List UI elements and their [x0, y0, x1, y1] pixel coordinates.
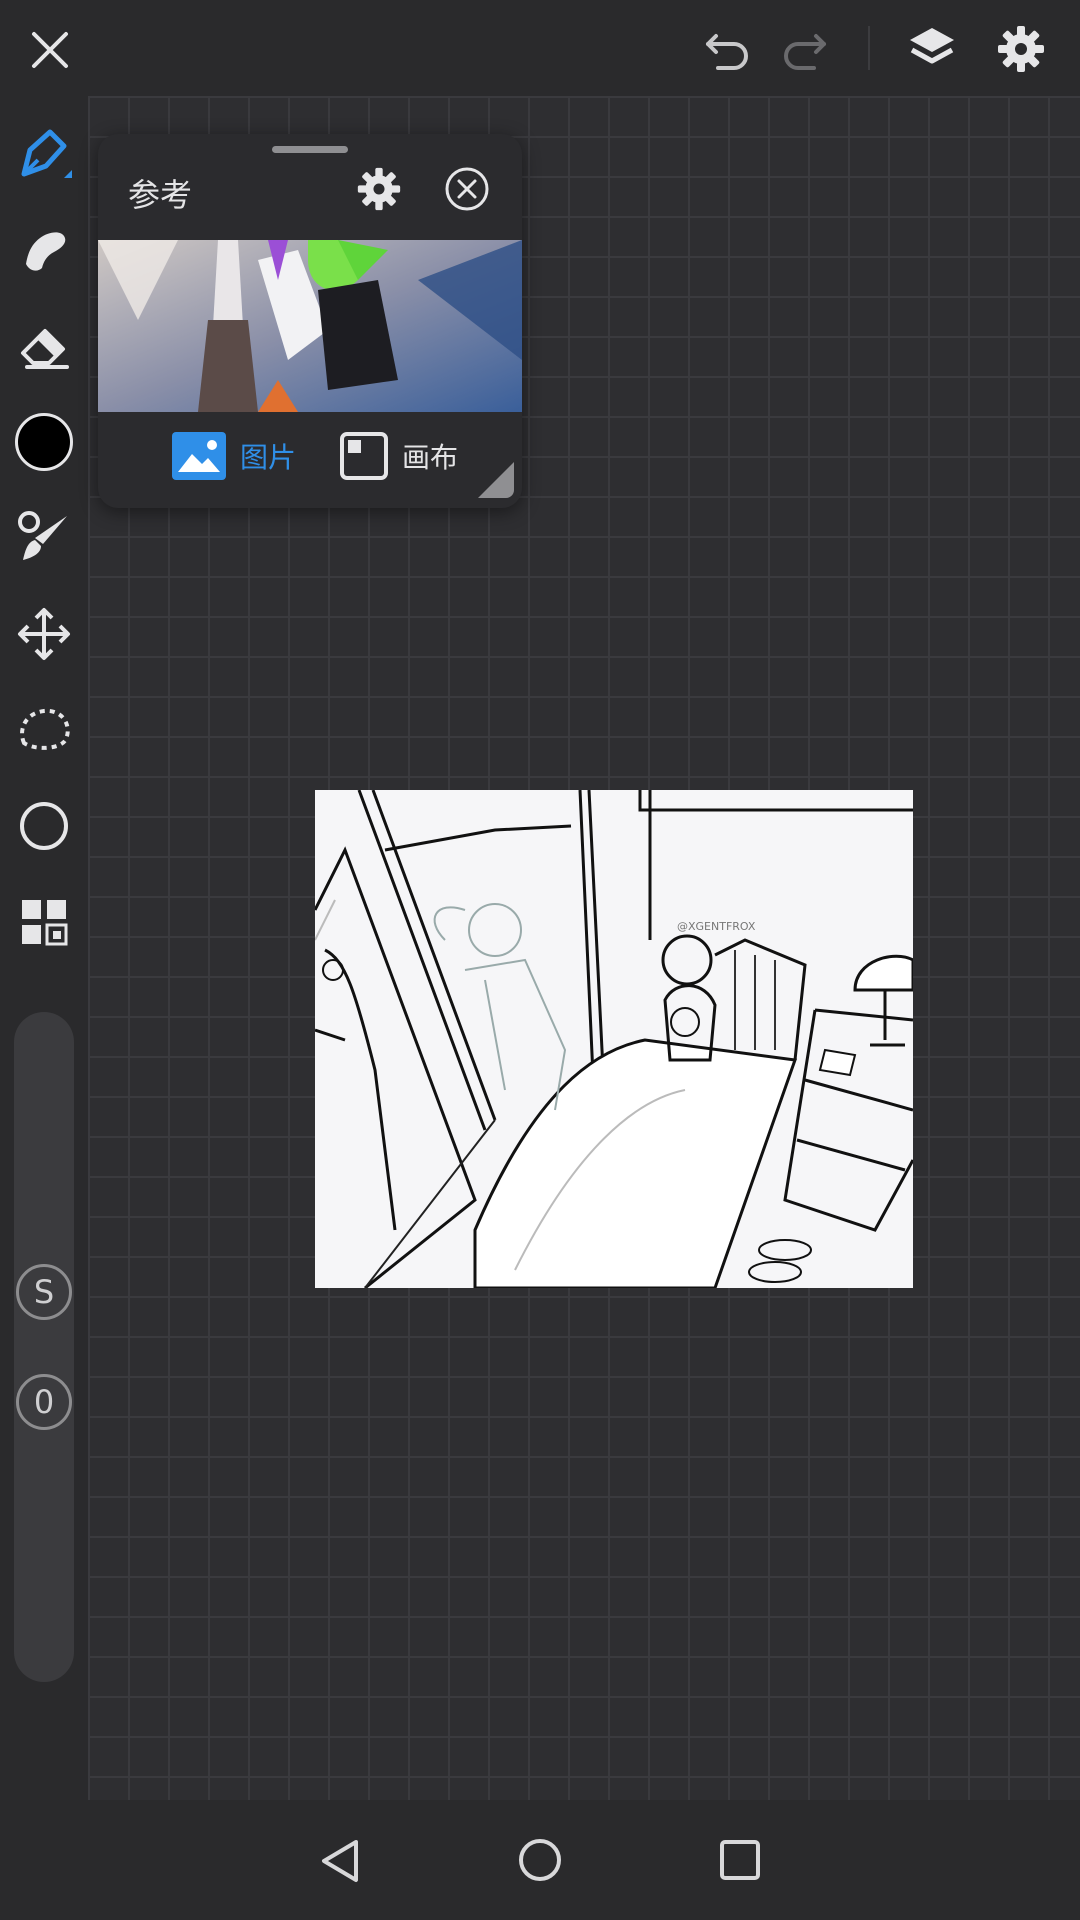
brush-tool[interactable]: [8, 502, 80, 574]
drag-handle[interactable]: [272, 146, 348, 153]
resize-handle-icon[interactable]: [476, 460, 516, 500]
redo-icon[interactable]: [780, 26, 830, 72]
back-icon[interactable]: [318, 1838, 362, 1884]
move-icon: [18, 608, 70, 660]
eraser-icon: [21, 329, 69, 369]
recents-icon[interactable]: [718, 1838, 762, 1882]
size-value: 0: [33, 1383, 55, 1421]
lasso-icon: [20, 708, 70, 750]
lasso-tool[interactable]: [8, 694, 80, 766]
reference-image: [98, 240, 522, 412]
more-tools[interactable]: [8, 886, 80, 958]
brush-icon: [18, 511, 67, 560]
reference-title: 参考: [128, 176, 193, 214]
layers-icon[interactable]: [906, 24, 958, 74]
reference-image-art: [98, 240, 522, 412]
reference-panel[interactable]: 参考 图片 画布: [98, 134, 522, 508]
stabilizer-button[interactable]: S: [16, 1264, 72, 1320]
canvas-icon: [340, 432, 388, 480]
color-swatch: [15, 413, 73, 471]
pen-icon: [21, 129, 72, 178]
tab-canvas-label: 画布: [402, 441, 459, 474]
settings-icon[interactable]: [996, 24, 1046, 74]
eraser-tool[interactable]: [8, 310, 80, 382]
size-value-button[interactable]: 0: [16, 1374, 72, 1430]
brush-size-slider[interactable]: [14, 1012, 74, 1682]
shape-tool[interactable]: [8, 790, 80, 862]
tab-canvas[interactable]: 画布: [340, 432, 458, 480]
move-tool[interactable]: [8, 598, 80, 670]
tab-image[interactable]: 图片: [172, 432, 296, 480]
artwork-sketch: [315, 790, 913, 1288]
shape-icon: [20, 802, 68, 850]
system-navbar: [0, 1800, 1080, 1920]
reference-settings-icon[interactable]: [356, 166, 402, 212]
close-icon[interactable]: [28, 28, 72, 72]
tab-image-label: 图片: [240, 441, 297, 474]
artwork[interactable]: @XGENTFROX: [315, 790, 913, 1288]
pen-tool[interactable]: [8, 120, 80, 192]
top-bar: [0, 0, 1080, 96]
stabilizer-label: S: [33, 1273, 55, 1311]
undo-icon[interactable]: [702, 26, 752, 72]
tool-rail: S 0: [0, 96, 88, 1800]
image-icon: [172, 432, 226, 480]
home-icon[interactable]: [518, 1838, 562, 1882]
grid-menu-icon: [22, 900, 68, 946]
smudge-tool[interactable]: [8, 214, 80, 286]
color-picker[interactable]: [8, 406, 80, 478]
smudge-icon: [26, 232, 66, 271]
artwork-watermark: @XGENTFROX: [677, 920, 756, 933]
topbar-divider: [868, 26, 870, 70]
reference-close-icon[interactable]: [444, 166, 490, 212]
